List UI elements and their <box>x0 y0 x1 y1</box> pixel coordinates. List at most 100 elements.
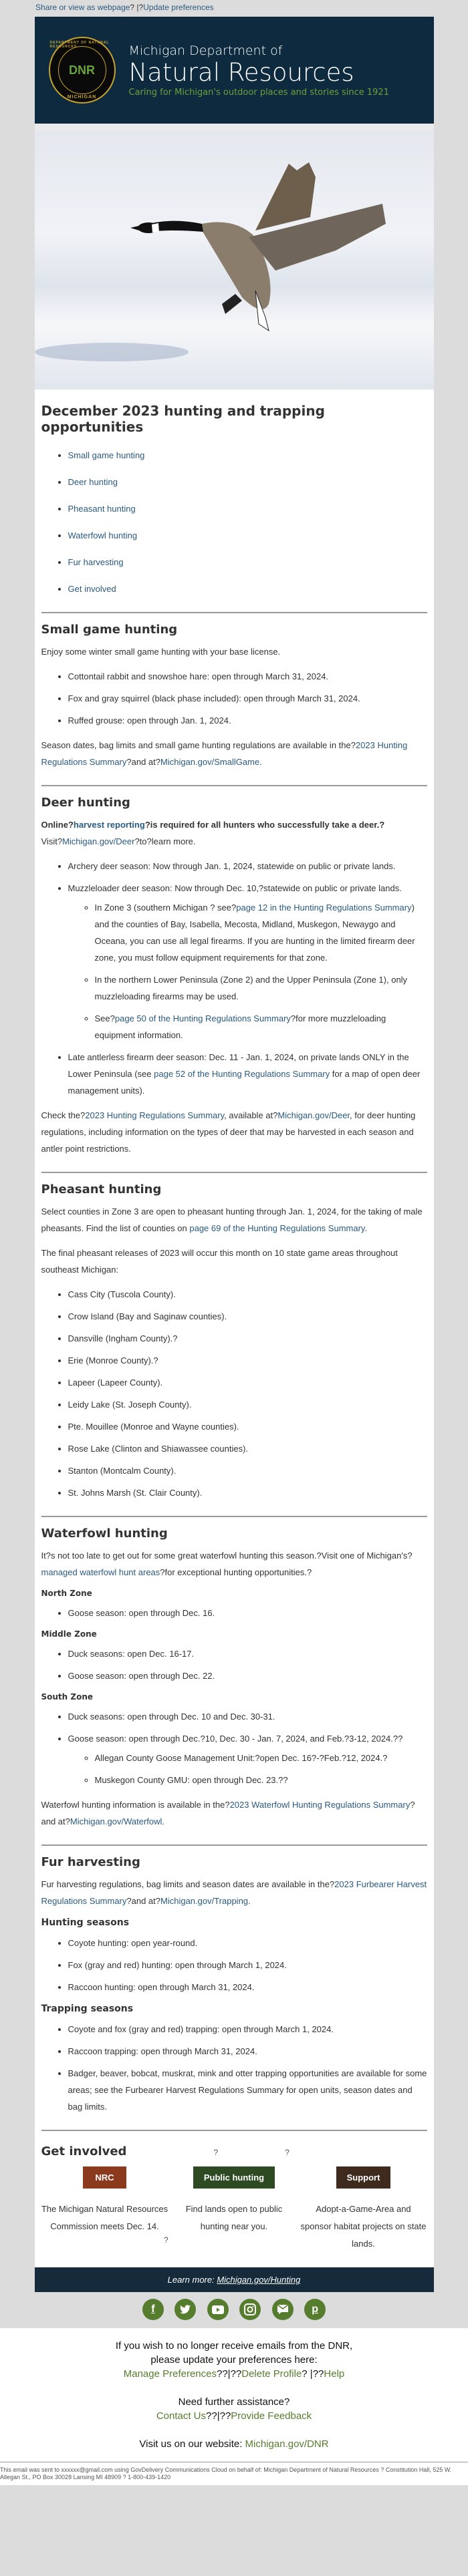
header-line1: Michigan Department of <box>128 43 283 58</box>
list-item: Coyote and fox (gray and red) trapping: … <box>68 2021 427 2038</box>
list-item: In Zone 3 (southern Michigan ? see?page … <box>95 899 427 966</box>
header-text: Michigan Department of Natural Resources… <box>129 43 389 98</box>
page69-link[interactable]: page 69 of the Hunting Regulations Summa… <box>189 1223 364 1233</box>
footer-line1: If you wish to no longer receive emails … <box>115 2340 353 2352</box>
divider <box>41 785 427 786</box>
toc-link-pheasant[interactable]: Pheasant hunting <box>68 504 136 514</box>
deer-intro: Online?harvest reporting?is required for… <box>41 816 427 850</box>
list-item: Ruffed grouse: open through Jan. 1, 2024… <box>68 712 427 729</box>
trapping-link[interactable]: Michigan.gov/Trapping <box>160 1896 248 1906</box>
contact-us-link[interactable]: Contact Us <box>156 2410 206 2422</box>
north-zone-list: Goose season: open through Dec. 16. <box>41 1605 427 1621</box>
public-hunting-button[interactable]: Public hunting <box>193 2166 275 2189</box>
toc-link-get-involved[interactable]: Get involved <box>68 584 116 594</box>
text: Check the? <box>41 1110 86 1120</box>
header-line2: Natural Resources <box>128 57 354 87</box>
header-gap <box>34 124 434 130</box>
logo-ring-top-text: DEPARTMENT OF NATURAL RESOURCES <box>49 41 110 49</box>
page12-link[interactable]: page 12 in the Hunting Regulations Summa… <box>236 903 411 913</box>
deer-link[interactable]: Michigan.gov/Deer <box>62 836 134 846</box>
text: ?and at? <box>126 1896 160 1906</box>
twitter-bird-glyph <box>180 2305 191 2314</box>
list-item: Rose Lake (Clinton and Shiawassee counti… <box>68 1440 427 1457</box>
small-game-intro: Enjoy some winter small game hunting wit… <box>41 647 281 657</box>
divider <box>41 612 427 613</box>
toc-item: Fur harvesting <box>68 554 427 571</box>
managed-areas-link[interactable]: managed waterfowl hunt areas <box>41 1567 160 1577</box>
toc-link-waterfowl[interactable]: Waterfowl hunting <box>68 530 138 540</box>
divider <box>41 1172 427 1173</box>
footer-line2: please update your preferences here: <box>150 2354 318 2366</box>
support-button[interactable]: Support <box>336 2166 391 2189</box>
muzzle-sublist: In Zone 3 (southern Michigan ? see?page … <box>68 899 427 1043</box>
email-icon[interactable] <box>271 2299 294 2320</box>
list-item: Goose season: open through Dec. 16. <box>68 1605 427 1621</box>
list-item: Pte. Mouillee (Monroe and Wayne counties… <box>68 1418 427 1435</box>
social-icons: f p <box>35 2292 434 2328</box>
twitter-icon[interactable] <box>174 2299 197 2320</box>
deer-link[interactable]: Michigan.gov/Deer <box>277 1110 350 1120</box>
dnr-website-link[interactable]: Michigan.gov/DNR <box>245 2438 329 2450</box>
card-public-hunting: Public hunting Find lands open to public… <box>164 2166 298 2253</box>
list-item: Leidy Lake (St. Joseph County). <box>68 1396 427 1413</box>
toc-link-small-game[interactable]: Small game hunting <box>68 450 145 460</box>
footer-website: Visit us on our website: Michigan.gov/DN… <box>0 2437 468 2451</box>
list-item: Fox and gray squirrel (black phase inclu… <box>68 690 427 707</box>
deer-heading: Deer hunting <box>41 796 130 810</box>
list-item: Muskegon County GMU: open through Dec. 2… <box>95 1772 427 1788</box>
hunting-regs-link[interactable]: 2023 Hunting Regulations Summary <box>85 1110 224 1120</box>
divider <box>41 1844 427 1846</box>
youtube-icon[interactable] <box>207 2299 229 2320</box>
small-game-list: Cottontail rabbit and snowshoe hare: ope… <box>41 668 427 729</box>
text: It?s not too late to get out for some gr… <box>41 1551 413 1561</box>
harvest-reporting-link[interactable]: harvest reporting <box>74 820 145 830</box>
help-link[interactable]: Help <box>324 2368 344 2380</box>
toc-item: Get involved <box>68 581 427 597</box>
hunting-link[interactable]: Michigan.gov/Hunting <box>217 2275 300 2285</box>
south-zone-heading: South Zone <box>41 1692 94 1702</box>
manage-preferences-link[interactable]: Manage Preferences <box>124 2368 217 2380</box>
divider <box>41 1516 427 1517</box>
facebook-icon[interactable]: f <box>142 2299 164 2320</box>
delete-profile-link[interactable]: Delete Profile <box>241 2368 302 2380</box>
fur-intro: Fur harvesting regulations, bag limits a… <box>41 1876 427 1909</box>
list-item: Late antlerless firearm deer season: Dec… <box>68 1049 427 1099</box>
text: ?and at? <box>126 757 160 767</box>
fur-trapping-list: Coyote and fox (gray and red) trapping: … <box>41 2021 427 2115</box>
provide-feedback-link[interactable]: Provide Feedback <box>231 2410 312 2422</box>
pinterest-icon[interactable]: p <box>304 2299 326 2320</box>
page52-link[interactable]: page 52 of the Hunting Regulations Summa… <box>154 1069 330 1079</box>
hunting-seasons-heading: Hunting seasons <box>41 1917 130 1928</box>
list-item: Crow Island (Bay and Saginaw counties). <box>68 1308 427 1325</box>
list-item: Badger, beaver, bobcat, muskrat, mink an… <box>68 2065 427 2115</box>
nrc-button[interactable]: NRC <box>83 2166 126 2189</box>
footer-assist: Need further assistance? <box>178 2396 290 2408</box>
text: Goose season: open through Dec.?10, Dec.… <box>68 1734 403 1744</box>
south-sublist: Allegan County Goose Management Unit:?op… <box>68 1750 427 1788</box>
card-nrc: NRC The Michigan Natural Resources Commi… <box>41 2166 168 2253</box>
list-item: Lapeer (Lapeer County). <box>68 1374 427 1391</box>
page50-link[interactable]: page 50 of the Hunting Regulations Summa… <box>115 1013 291 1023</box>
toc-link-fur[interactable]: Fur harvesting <box>68 557 124 567</box>
waterfowl-link[interactable]: Michigan.gov/Waterfowl <box>70 1816 162 1826</box>
instagram-glyph <box>244 2303 257 2315</box>
share-link[interactable]: Share or view as webpage <box>35 3 130 12</box>
toc-link-deer[interactable]: Deer hunting <box>68 477 118 487</box>
north-zone-heading: North Zone <box>41 1589 92 1598</box>
smallgame-link[interactable]: Michigan.gov/SmallGame <box>160 757 259 767</box>
email-container: DEPARTMENT OF NATURAL RESOURCES DNR MICH… <box>34 17 434 2328</box>
text: . <box>259 757 262 767</box>
fur-heading: Fur harvesting <box>41 1855 140 1869</box>
waterfowl-regs-link[interactable]: 2023 Waterfowl Hunting Regulations Summa… <box>230 1800 411 1810</box>
update-preferences-link[interactable]: Update preferences <box>143 3 213 12</box>
list-item: Raccoon trapping: open through March 31,… <box>68 2043 427 2060</box>
toc-item: Deer hunting <box>68 474 427 490</box>
text: Online? <box>41 820 74 830</box>
hero-image <box>34 130 434 389</box>
small-game-outro: Season dates, bag limits and small game … <box>41 737 427 770</box>
list-item: Muzzleloader deer season: Now through De… <box>68 880 427 1043</box>
instagram-icon[interactable] <box>239 2299 261 2320</box>
list-item: Fox (gray and red) hunting: open through… <box>68 1957 427 1973</box>
header-banner: DEPARTMENT OF NATURAL RESOURCES DNR MICH… <box>34 17 434 124</box>
